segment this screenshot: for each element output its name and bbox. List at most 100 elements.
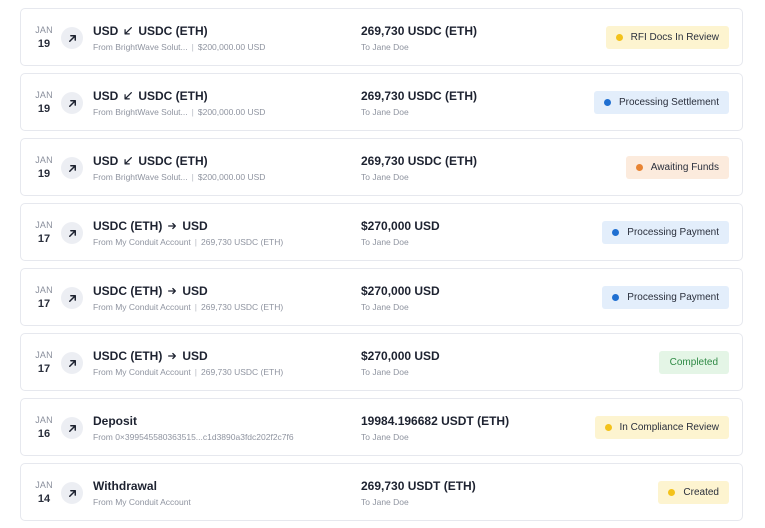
transaction-title: USDC (ETH) USD [93, 219, 208, 233]
date-month: JAN [35, 220, 53, 230]
status-label: Processing Payment [627, 292, 719, 303]
title-to-currency: USDC (ETH) [138, 89, 208, 103]
transaction-source: From My Conduit Account | 269,730 USDC (ET… [93, 302, 283, 312]
transaction-date: JAN 19 [33, 155, 55, 180]
source-label: From BrightWave Solut... [93, 172, 188, 182]
source-separator: | [194, 302, 198, 312]
transaction-recipient: To Jane Doe [361, 237, 409, 247]
transaction-title: Withdrawal [93, 479, 157, 493]
date-day: 14 [37, 493, 51, 505]
status-dot-icon [668, 489, 676, 496]
title-from-currency: USD [93, 154, 119, 168]
arrow-right-icon [167, 286, 177, 296]
title-to-currency: USDC (ETH) [138, 154, 208, 168]
status-badge: RFI Docs In Review [605, 26, 729, 49]
date-month: JAN [35, 285, 53, 295]
transaction-row[interactable]: JAN 19 USD USDC (ETH) From BrightWave Solut.… [20, 138, 743, 196]
transaction-row[interactable]: JAN 19 USD USDC (ETH) From BrightWave Solut.… [20, 8, 743, 66]
arrow-down-left-icon [123, 156, 133, 166]
status-label: Completed [669, 357, 718, 368]
transaction-row[interactable]: JAN 14 Withdrawal From My Conduit Account 26… [20, 463, 743, 521]
outgoing-arrow-icon [61, 287, 83, 309]
transaction-date: JAN 19 [33, 25, 55, 50]
outgoing-arrow-icon [61, 222, 83, 244]
transaction-recipient: To Jane Doe [361, 497, 409, 507]
transaction-amount: 269,730 USDC (ETH) [361, 89, 478, 103]
transaction-title: Deposit [93, 414, 137, 428]
status-badge: In Compliance Review [594, 416, 729, 439]
date-day: 19 [37, 103, 51, 115]
source-label: From 0×399545580363515...c1d3890a3fdc202… [93, 432, 294, 442]
title-to-currency: USD [182, 219, 208, 233]
transaction-title: USD USDC (ETH) [93, 89, 208, 103]
status-badge: Processing Payment [602, 286, 729, 309]
transaction-amount: 19984.196682 USDT (ETH) [361, 414, 510, 428]
transaction-title: USD USDC (ETH) [93, 24, 208, 38]
source-label: From My Conduit Account [93, 497, 191, 507]
transaction-source: From My Conduit Account [93, 497, 191, 507]
date-day: 19 [37, 168, 51, 180]
arrow-down-left-icon [123, 91, 133, 101]
title-from-currency: USDC (ETH) [93, 284, 163, 298]
source-separator: | [191, 42, 194, 52]
date-day: 17 [37, 298, 51, 310]
status-label: In Compliance Review [619, 422, 720, 433]
status-label: Awaiting Funds [650, 162, 719, 173]
title-from-currency: USD [93, 89, 119, 103]
status-label: Created [683, 487, 719, 498]
arrow-down-left-icon [123, 26, 133, 36]
transaction-amount: 269,730 USDT (ETH) [361, 479, 476, 493]
status-badge: Awaiting Funds [625, 156, 729, 179]
source-amount: $200,000.00 USD [197, 172, 266, 182]
source-amount: $200,000.00 USD [197, 42, 266, 52]
status-badge: Completed [658, 351, 729, 374]
date-day: 19 [37, 38, 51, 50]
title-to-currency: USD [182, 349, 208, 363]
transaction-row[interactable]: JAN 17 USDC (ETH) USD From My Conduit Accoun… [20, 333, 743, 391]
status-dot-icon [604, 424, 612, 431]
arrow-right-icon [167, 221, 177, 231]
date-month: JAN [35, 415, 53, 425]
source-amount: 269,730 USDC (ETH) [201, 237, 284, 247]
source-separator: | [191, 107, 194, 117]
transaction-date: JAN 17 [33, 285, 55, 310]
transaction-date: JAN 16 [33, 415, 55, 440]
transaction-title: USDC (ETH) USD [93, 349, 208, 363]
title-from-currency: USDC (ETH) [93, 349, 163, 363]
transaction-recipient: To Jane Doe [361, 172, 409, 182]
transaction-row[interactable]: JAN 16 Deposit From 0×399545580363515...c1d… [20, 398, 743, 456]
transaction-row[interactable]: JAN 19 USD USDC (ETH) From BrightWave Solut.… [20, 73, 743, 131]
transaction-amount: 269,730 USDC (ETH) [361, 24, 478, 38]
transaction-source: From BrightWave Solut... | $200,000.00 USD [93, 107, 265, 117]
status-badge: Processing Payment [602, 221, 729, 244]
transaction-source: From My Conduit Account | 269,730 USDC (ET… [93, 367, 283, 377]
transaction-title: USDC (ETH) USD [93, 284, 208, 298]
title-from-currency: USD [93, 24, 119, 38]
transaction-row[interactable]: JAN 17 USDC (ETH) USD From My Conduit Accoun… [20, 268, 743, 326]
date-day: 17 [37, 233, 51, 245]
outgoing-arrow-icon [61, 92, 83, 114]
transaction-amount: $270,000 USD [361, 349, 440, 363]
title-to-currency: USDC (ETH) [138, 24, 208, 38]
transaction-recipient: To Jane Doe [361, 432, 409, 442]
title-label: Deposit [93, 414, 138, 428]
source-label: From BrightWave Solut... [93, 107, 188, 117]
status-badge: Processing Settlement [593, 91, 729, 114]
source-separator: | [194, 367, 198, 377]
transaction-row[interactable]: JAN 17 USDC (ETH) USD From My Conduit Accoun… [20, 203, 743, 261]
source-amount: 269,730 USDC (ETH) [201, 302, 284, 312]
transaction-recipient: To Jane Doe [361, 107, 409, 117]
source-amount: $200,000.00 USD [197, 107, 266, 117]
status-dot-icon [603, 99, 611, 106]
transaction-recipient: To Jane Doe [361, 42, 409, 52]
status-label: RFI Docs In Review [630, 32, 719, 43]
status-dot-icon [635, 164, 643, 171]
status-label: Processing Settlement [618, 97, 719, 108]
transaction-amount: $270,000 USD [361, 284, 440, 298]
outgoing-arrow-icon [61, 157, 83, 179]
transaction-source: From 0×399545580363515...c1d3890a3fdc202… [93, 432, 294, 442]
source-label: From BrightWave Solut... [93, 42, 188, 52]
transaction-amount: 269,730 USDC (ETH) [361, 154, 478, 168]
date-month: JAN [35, 480, 53, 490]
source-label: From My Conduit Account [93, 367, 191, 377]
